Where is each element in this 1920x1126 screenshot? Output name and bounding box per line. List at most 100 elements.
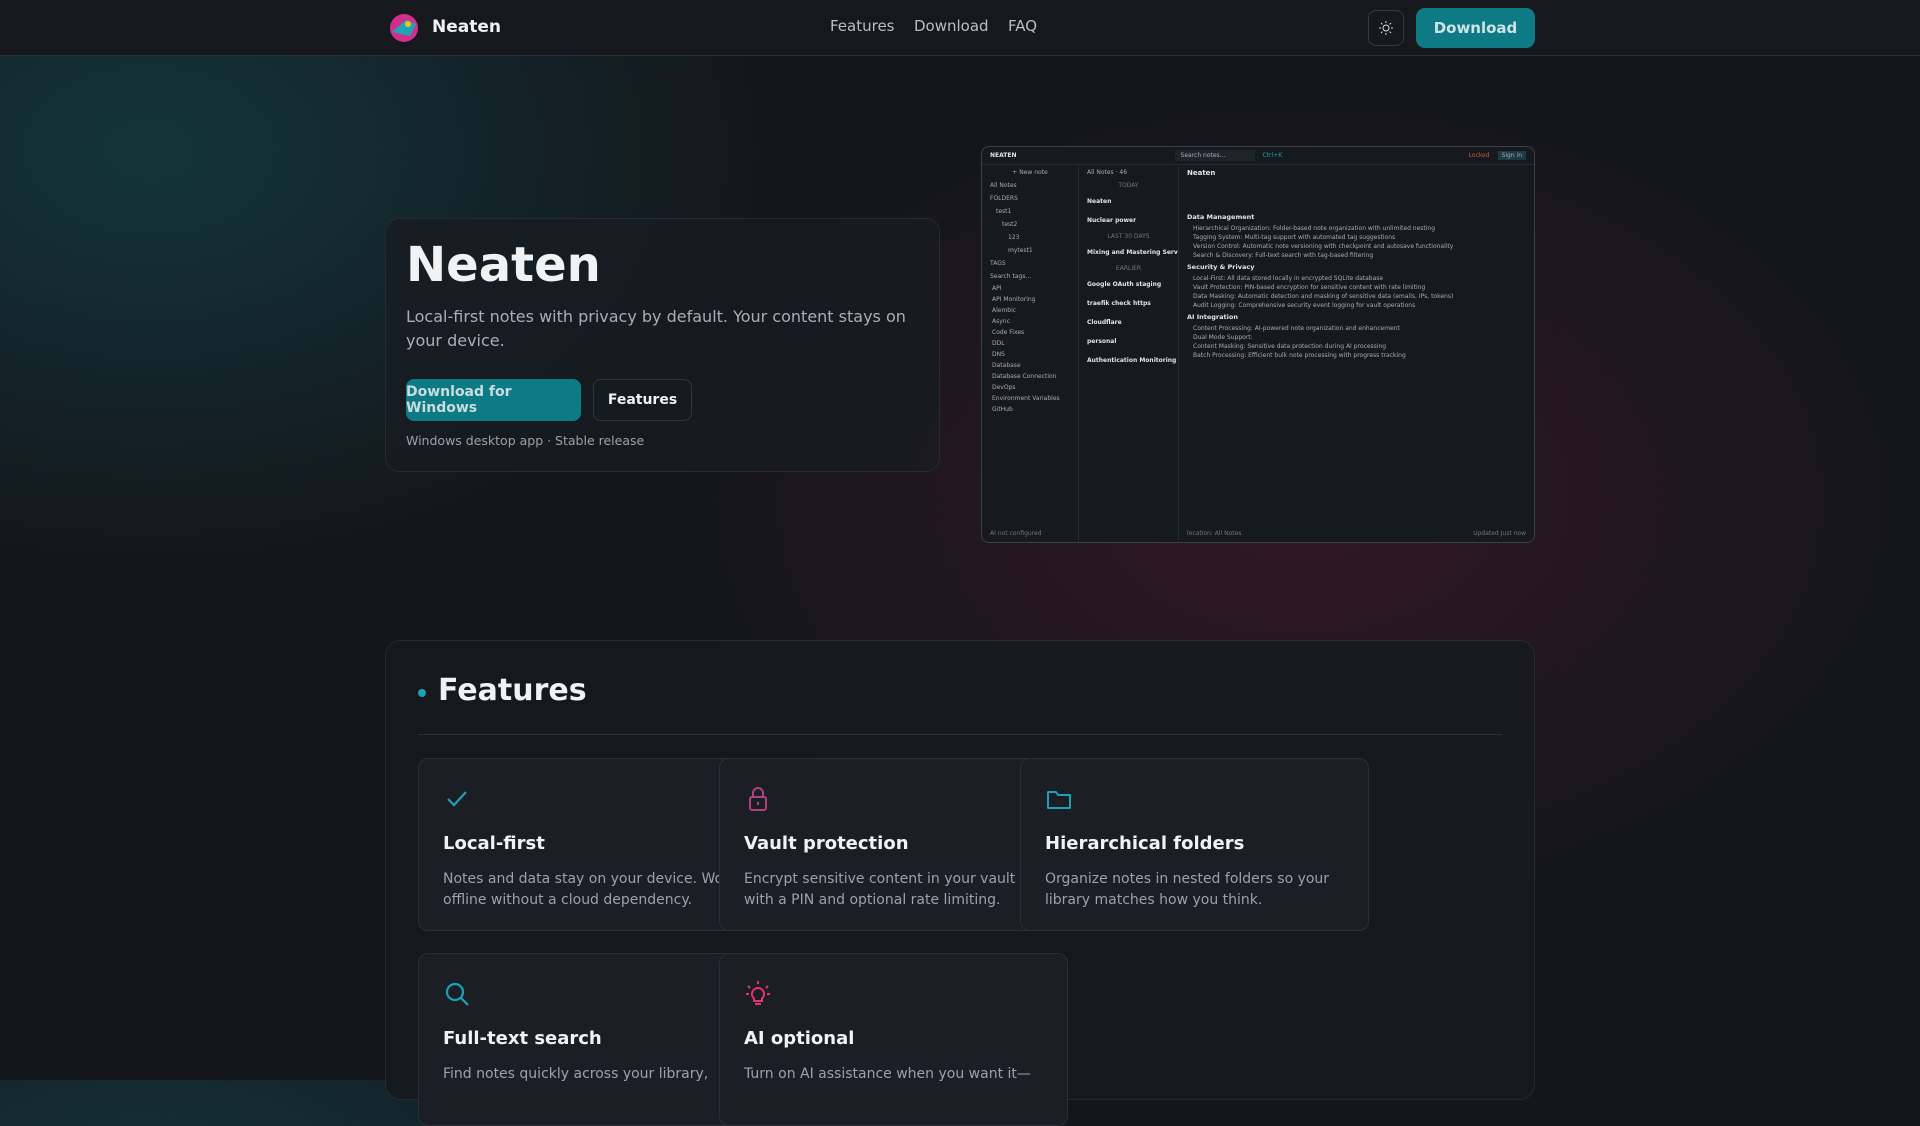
download-button[interactable]: Download: [1416, 8, 1535, 48]
hero-caption: Windows desktop app · Stable release: [406, 433, 645, 448]
top-nav: Neaten Features Download FAQ Download: [0, 0, 1920, 56]
feature-title: Vault protection: [744, 833, 909, 854]
feature-description: Find notes quickly across your library,: [443, 1066, 709, 1082]
hero-subtitle: Local-first notes with privacy by defaul…: [406, 307, 906, 350]
app-editor-title: Neaten: [1187, 169, 1216, 177]
app-notes: TODAY Neaten Nuclear power LAST 30 DAYS Mixi…: [1079, 179, 1178, 370]
app-tag-item: DevOps: [992, 384, 1016, 391]
app-folders: test1 test2 123 mytest1: [982, 205, 1078, 257]
app-screenshot: NEATEN Search notes... Ctrl+K Locked Sig…: [981, 146, 1535, 543]
app-tag-item: Alembic: [992, 307, 1017, 314]
app-tag-item: Database Connection: [992, 373, 1057, 380]
brand-name[interactable]: Neaten: [432, 17, 501, 37]
check-icon: [447, 791, 467, 807]
neaten-logo-icon[interactable]: [386, 10, 422, 46]
app-all-notes: All Notes: [990, 182, 1017, 189]
app-section-heading: AI Integration: [1187, 313, 1238, 321]
folder-icon: [1047, 791, 1071, 809]
app-group-label: TODAY: [1118, 182, 1139, 189]
app-editor-body: Data Management Hierarchical Organization…: [1179, 180, 1534, 360]
app-note-list: All Notes · 46 TODAY Neaten Nuclear power L…: [1079, 166, 1179, 542]
app-section-heading: Data Management: [1187, 213, 1255, 221]
app-note-title: Authentication Monitoring Mo...: [1087, 357, 1178, 364]
feature-card: Vault protection Encrypt sensitive conte…: [719, 758, 1068, 931]
bullet-dot: [418, 689, 426, 697]
app-new-note: + New note: [1012, 169, 1048, 176]
feature-description: Notes and data stay on your device. Work…: [443, 871, 737, 908]
app-section-item: Content Masking: Sensitive data protecti…: [1193, 343, 1387, 350]
app-note-title: Neaten: [1087, 198, 1112, 205]
app-note-title: personal: [1087, 338, 1117, 345]
app-list-header: All Notes · 46: [1087, 169, 1128, 176]
app-tag-item: GitHub: [992, 406, 1013, 413]
app-ai-status: AI not configured: [990, 530, 1042, 537]
app-note-title: traefik check https: [1087, 300, 1151, 307]
app-section-item: Data Masking: Automatic detection and ma…: [1193, 293, 1454, 300]
features-button[interactable]: Features: [593, 379, 692, 421]
download-windows-button[interactable]: Download for Windows: [406, 379, 581, 421]
app-tag-item: Code Fixes: [992, 329, 1025, 336]
hero-title: Neaten: [406, 237, 601, 293]
feature-title: Local-first: [443, 833, 545, 854]
app-folder-item: 123: [1008, 234, 1020, 241]
feature-description: Organize notes in nested folders so your…: [1045, 871, 1330, 908]
app-titlebar: NEATEN Search notes... Ctrl+K Locked Sig…: [982, 147, 1534, 165]
app-section-item: Content Processing: AI-powered note orga…: [1193, 325, 1400, 332]
app-note-title: Mixing and Mastering Servi...: [1087, 249, 1178, 256]
app-section-item: Hierarchical Organization: Folder-based …: [1193, 225, 1436, 232]
app-note-title: Cloudflare: [1087, 319, 1122, 326]
app-search: Search notes...: [1174, 150, 1255, 161]
app-tag-item: API: [992, 285, 1002, 292]
app-status-right: Updated Just now: [1473, 530, 1526, 537]
app-tags-label: TAGS: [990, 260, 1006, 267]
lock-icon: [749, 787, 767, 811]
divider: [418, 734, 1502, 735]
feature-title: AI optional: [744, 1028, 855, 1049]
app-section-item: Vault Protection: PIN-based encryption f…: [1193, 284, 1426, 291]
app-signin: Sign in: [1497, 151, 1526, 160]
app-tag-item: API Monitoring: [992, 296, 1036, 303]
app-section-item: Batch Processing: Efficient bulk note pr…: [1193, 352, 1406, 359]
app-section-item: Dual Mode Support:: [1193, 334, 1253, 341]
app-folder-item: test2: [1002, 221, 1018, 228]
feature-card: Local-first Notes and data stay on your …: [418, 758, 767, 931]
feature-title: Full-text search: [443, 1028, 602, 1049]
lightbulb-icon: [746, 981, 770, 1005]
app-note-title: Google OAuth staging: [1087, 281, 1162, 288]
app-group-label: EARLIER: [1115, 265, 1142, 272]
nav-faq[interactable]: FAQ: [1008, 17, 1037, 35]
sun-icon: [1379, 21, 1393, 35]
feature-card: Hierarchical folders Organize notes in n…: [1020, 758, 1369, 931]
feature-description: Turn on AI assistance when you want it—: [744, 1066, 1031, 1082]
feature-card: AI optional Turn on AI assistance when y…: [719, 953, 1068, 1126]
app-section-item: Local-First: All data stored locally in …: [1193, 275, 1384, 282]
app-folder-item: test1: [996, 208, 1012, 215]
search-icon: [445, 982, 469, 1006]
app-status-left: location: All Notes: [1187, 530, 1242, 537]
feature-card: Full-text search Find notes quickly acro…: [418, 953, 767, 1126]
app-locked: Locked: [1468, 152, 1490, 159]
app-shortcut: Ctrl+K: [1262, 152, 1283, 159]
app-tag-item: Async: [992, 318, 1010, 325]
app-folder-item: mytest1: [1008, 247, 1033, 254]
app-group-label: LAST 30 DAYS: [1107, 233, 1150, 240]
nav-download[interactable]: Download: [914, 17, 989, 35]
app-tag-item: DNS: [992, 351, 1005, 358]
app-tag-item: DDL: [992, 340, 1005, 347]
app-folders-label: FOLDERS: [990, 195, 1018, 202]
features-section: Features Local-first Notes and data stay…: [385, 640, 1535, 1126]
app-tag-item: Database: [992, 362, 1021, 369]
app-section-item: Version Control: Automatic note versioni…: [1193, 243, 1454, 250]
app-search-tags: Search tags...: [990, 273, 1032, 280]
app-editor: Neaten Data Management Hierarchical Organ…: [1179, 166, 1534, 542]
app-section-item: Audit Logging: Comprehensive security ev…: [1193, 302, 1416, 309]
app-section-heading: Security & Privacy: [1187, 263, 1255, 271]
features-title: Features: [438, 673, 587, 708]
app-sidebar: + New note All Notes FOLDERS test1 test2 1…: [982, 166, 1079, 542]
app-tag-item: Environment Variables: [992, 395, 1060, 402]
hero-card: Neaten Local-first notes with privacy by…: [385, 218, 940, 472]
theme-toggle-button[interactable]: [1368, 10, 1404, 46]
app-section-item: Search & Discovery: Full-text search wit…: [1193, 252, 1374, 259]
app-section-item: Tagging System: Multi-tag support with a…: [1193, 234, 1396, 241]
nav-features[interactable]: Features: [830, 17, 895, 35]
